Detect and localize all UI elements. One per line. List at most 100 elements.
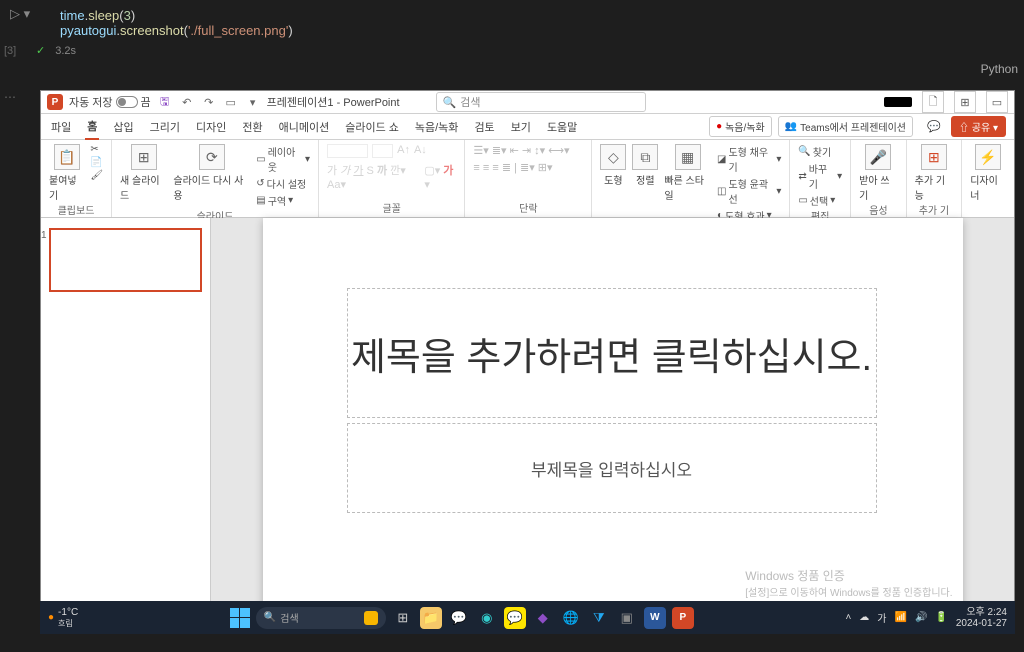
cell-index: [3] [4,45,16,57]
minimize-ribbon-icon[interactable]: ⊞ [954,91,976,113]
vscode-icon[interactable]: ⧩ [588,607,610,629]
tab-insert[interactable]: 삽입 [111,115,135,139]
copy-icon[interactable]: 📄 [90,157,103,168]
format-painter-icon[interactable]: 🖌 [90,170,103,181]
qat-dropdown-icon[interactable]: ▾ [245,94,261,110]
terminal-icon[interactable]: ▣ [616,607,638,629]
ribbon-mode-icon[interactable]: 🗋 [922,91,944,113]
toggle-icon[interactable] [116,96,138,108]
titlebar: P 자동 저장 끔 🖫 ↶ ↷ ▭ ▾ 프레젠테이션1 - PowerPoint… [41,91,1014,114]
share-button[interactable]: ⇧ 공유 ▾ [951,116,1006,137]
task-view-icon[interactable]: ⊞ [392,607,414,629]
save-icon[interactable]: 🖫 [157,94,173,110]
explorer-icon[interactable]: 📁 [420,607,442,629]
dictate-button[interactable]: 🎤받아 쓰기 [859,144,898,202]
autosave-toggle[interactable]: 자동 저장 끔 [69,94,151,110]
tab-animations[interactable]: 애니메이션 [277,115,332,139]
onedrive-icon[interactable]: ☁ [859,612,869,623]
ime-icon[interactable]: 가 [877,610,886,625]
addins-button[interactable]: ⊞추가 기능 [915,144,954,202]
edge-icon[interactable]: ◉ [476,607,498,629]
group-paragraph: ☰▾ ≣▾ ⇤ ⇥ ↕▾ ⟷▾ ≡ ≡ ≡ ≣ | ≣▾ ⊞▾ 단락 [465,140,592,217]
shape-fill-button[interactable]: ◪ 도형 채우기 ▾ [717,144,781,174]
shape-outline-button[interactable]: ◫ 도형 윤곽선 ▾ [717,176,781,206]
reset-button[interactable]: ↺ 다시 설정 [256,176,310,191]
new-slide-button[interactable]: ⊞새 슬라이드 [120,144,167,202]
tab-help[interactable]: 도움말 [545,115,579,139]
arrange-icon: ⧉ [632,144,658,170]
subtitle-placeholder[interactable]: 부제목을 입력하십시오 [347,423,877,513]
windows-activation-watermark: Windows 정품 인증 [설정]으로 이동하여 Windows를 정품 인증… [745,567,952,599]
teams-present-button[interactable]: 👥Teams에서 프레젠테이션 [778,116,913,137]
comments-icon[interactable]: 💬 [923,116,945,138]
ribbon: 📋붙여넣기 ✂ 📄 🖌 클립보드 ⊞새 슬라이드 ⟳슬라이드 다시 사용 ▭ 레… [41,140,1014,218]
tab-view[interactable]: 보기 [509,115,533,139]
arrange-button[interactable]: ⧉정렬 [632,144,658,187]
collapse-ribbon-icon[interactable]: ▭ [986,91,1008,113]
tab-file[interactable]: 파일 [49,115,73,139]
redo-icon[interactable]: ↷ [201,94,217,110]
slideshow-icon[interactable]: ▭ [223,94,239,110]
cut-icon[interactable]: ✂ [90,144,103,155]
section-button[interactable]: ▤ 구역 ▾ [256,193,310,208]
record-button[interactable]: ●녹음/녹화 [709,116,772,137]
tab-review[interactable]: 검토 [472,115,496,139]
system-tray[interactable]: ˄ ☁ 가 📶 🔊 🔋 오후 2:24 2024-01-27 [845,607,1007,629]
clock[interactable]: 오후 2:24 2024-01-27 [956,607,1007,629]
group-addins: ⊞추가 기능 추가 기능 [907,140,963,217]
reuse-slide-icon: ⟳ [199,144,225,170]
cell-status: [3] ✓ 3.2s [0,40,1024,63]
shapes-icon: ◇ [600,144,626,170]
search-input[interactable]: 🔍 검색 [436,92,646,112]
group-slides: ⊞새 슬라이드 ⟳슬라이드 다시 사용 ▭ 레이아웃 ▾ ↺ 다시 설정 ▤ 구… [112,140,319,217]
font-family-select[interactable] [327,144,368,158]
undo-icon[interactable]: ↶ [179,94,195,110]
shapes-button[interactable]: ◇도형 [600,144,626,187]
quick-styles-button[interactable]: ▦빠른 스타일 [664,144,711,202]
battery-icon[interactable]: 🔋 [935,612,947,623]
paste-button[interactable]: 📋붙여넣기 [49,144,84,202]
tab-home[interactable]: 홈 [85,114,99,140]
editor-body: 1 제목을 추가하려면 클릭하십시오. 부제목을 입력하십시오 Windows … [41,218,1014,613]
powerpoint-logo-icon: P [47,94,63,110]
word-icon[interactable]: W [644,607,666,629]
volume-icon[interactable]: 🔊 [915,612,927,623]
chevron-up-icon[interactable]: ˄ [845,612,851,623]
replace-button[interactable]: ⇄ 바꾸기 ▾ [798,161,842,191]
kakao-icon[interactable]: 💬 [504,607,526,629]
powerpoint-taskbar-icon[interactable]: P [672,607,694,629]
designer-button[interactable]: ⚡디자이너 [970,144,1006,202]
group-edit: 🔍 찾기 ⇄ 바꾸기 ▾ ▭ 선택 ▾ 편집 [790,140,851,217]
group-font: A↑A↓ 가 가 가 S 까 깐▾ Aa▾▢▾ 가▾ 글꼴 [319,140,465,217]
more-icon[interactable]: ⋯ [4,90,16,104]
font-size-select[interactable] [372,144,393,158]
account-pill[interactable] [884,97,912,107]
find-button[interactable]: 🔍 찾기 [798,144,842,159]
chat-icon[interactable]: 💬 [448,607,470,629]
search-icon: 🔍 [443,96,457,109]
weather-widget[interactable]: ● -1°C흐림 [48,607,78,629]
tab-draw[interactable]: 그리기 [148,115,182,139]
reuse-slide-button[interactable]: ⟳슬라이드 다시 사용 [173,144,250,202]
run-cell-icon[interactable]: ▷ ▾ [10,6,30,22]
tab-design[interactable]: 디자인 [194,115,228,139]
new-slide-icon: ⊞ [131,144,157,170]
code-cell: ▷ ▾ time.sleep(3) pyautogui.screenshot('… [0,0,1024,40]
taskbar-search[interactable]: 🔍검색 [256,607,386,629]
app-icon[interactable]: ◆ [532,607,554,629]
slide-canvas[interactable]: 제목을 추가하려면 클릭하십시오. 부제목을 입력하십시오 Windows 정품… [211,218,1014,613]
start-button[interactable] [230,608,250,628]
wifi-icon[interactable]: 📶 [894,612,906,623]
tab-record[interactable]: 녹음/녹화 [413,115,461,139]
teams-icon: 👥 [785,121,797,132]
layout-button[interactable]: ▭ 레이아웃 ▾ [256,144,310,174]
tab-slideshow[interactable]: 슬라이드 쇼 [343,115,401,139]
select-button[interactable]: ▭ 선택 ▾ [798,193,842,208]
language-label[interactable]: Python [981,62,1018,76]
group-voice: 🎤받아 쓰기 음성 [851,140,907,217]
title-placeholder[interactable]: 제목을 추가하려면 클릭하십시오. [347,288,877,418]
chrome-icon[interactable]: 🌐 [560,607,582,629]
thumbnail-slide-1[interactable]: 1 [49,228,202,292]
tab-transitions[interactable]: 전환 [240,115,264,139]
search-highlight-icon [364,611,378,625]
